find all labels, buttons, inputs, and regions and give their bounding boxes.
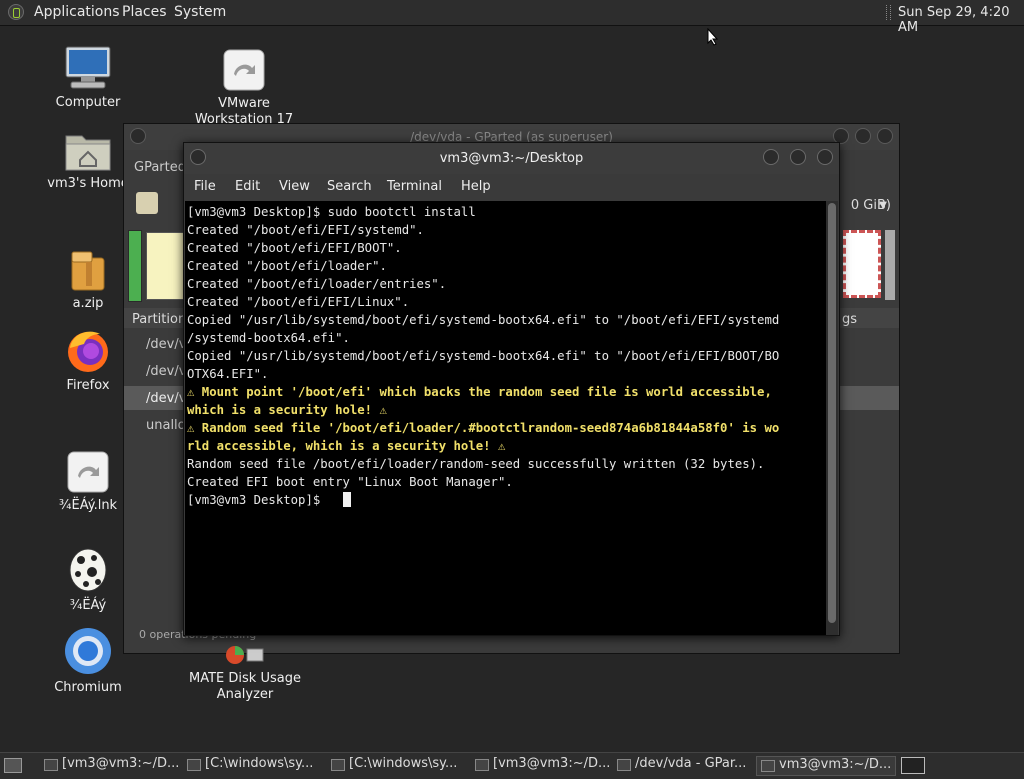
menu-view[interactable]: View (279, 179, 310, 194)
top-panel: Applications Places System Sun Sep 29, 4… (0, 0, 1024, 35)
home-folder-icon (65, 135, 111, 171)
taskbar-item-label: [C:\windows\sy... (349, 756, 458, 771)
scrollbar-thumb[interactable] (828, 203, 836, 623)
partition-row[interactable]: /dev/v (146, 337, 186, 352)
chromium-icon (65, 628, 111, 674)
terminal-prompt-line: [vm3@vm3 Desktop]$ (187, 493, 328, 507)
close-icon[interactable] (877, 128, 893, 144)
maximize-icon[interactable] (855, 128, 871, 144)
taskbar-item-label: vm3@vm3:~/D... (779, 757, 892, 772)
desktop-icon-vmware[interactable]: VMware Workstation 17 Player.lnk (180, 48, 308, 124)
partition-row-selected[interactable]: /dev/v (146, 391, 186, 406)
terminal-output[interactable]: [vm3@vm3 Desktop]$ sudo bootctl install C… (185, 201, 826, 635)
menu-places[interactable]: Places (122, 4, 167, 20)
taskbar-item[interactable]: [vm3@vm3:~/D... (471, 756, 611, 776)
terminal-line: ⚠ Random seed file '/boot/efi/loader/.#b… (187, 421, 780, 435)
shortcut-icon (223, 49, 265, 91)
terminal-line: Created "/boot/efi/EFI/systemd". (187, 223, 424, 237)
taskbar-item-label: [vm3@vm3:~/D... (493, 756, 611, 771)
terminal-line: ⚠ Mount point '/boot/efi' which backs th… (187, 385, 772, 399)
menu-search[interactable]: Search (327, 179, 372, 194)
terminal-line: Created "/boot/efi/EFI/BOOT". (187, 241, 402, 255)
terminal-line: Created EFI boot entry "Linux Boot Manag… (187, 475, 513, 489)
firefox-icon (68, 331, 108, 372)
window-app-icon (331, 759, 345, 771)
terminal-line: Random seed file /boot/efi/loader/random… (187, 457, 765, 471)
computer-icon (65, 46, 111, 89)
terminal-line: rld accessible, which is a security hole… (187, 439, 506, 453)
mate-logo-icon[interactable] (8, 4, 24, 20)
menu-system[interactable]: System (174, 4, 226, 20)
chevron-down-icon[interactable]: ▼ (879, 200, 887, 211)
terminal-line: [vm3@vm3 Desktop]$ sudo bootctl install (187, 205, 476, 219)
clock[interactable]: Sun Sep 29, 4:20 AM (898, 5, 1024, 35)
show-desktop-icon[interactable] (4, 758, 22, 773)
gparted-menu-gparted[interactable]: GParted (134, 160, 186, 175)
menu-help[interactable]: Help (461, 179, 491, 194)
terminal-line: Created "/boot/efi/loader/entries". (187, 277, 447, 291)
close-icon[interactable] (817, 149, 833, 165)
zip-icon (71, 251, 105, 291)
partition-bar-left (128, 230, 142, 302)
menu-terminal[interactable]: Terminal (387, 179, 442, 194)
terminal-scrollbar[interactable] (826, 201, 838, 635)
taskbar-item[interactable]: [vm3@vm3:~/D... (40, 756, 180, 776)
terminal-line: Copied "/usr/lib/systemd/boot/efi/system… (187, 313, 780, 327)
taskbar-item-active[interactable]: vm3@vm3:~/D... (756, 756, 896, 776)
new-partition-icon[interactable] (136, 192, 158, 214)
terminal-line: Created "/boot/efi/loader". (187, 259, 387, 273)
partition-block[interactable] (146, 232, 184, 300)
terminal-line: /systemd-bootx64.efi". (187, 331, 350, 345)
terminal-line: Created "/boot/efi/EFI/Linux". (187, 295, 410, 309)
gparted-app-icon (617, 759, 631, 771)
terminal-window[interactable]: vm3@vm3:~/Desktop File Edit View Search … (183, 142, 840, 636)
taskbar-item[interactable]: [C:\windows\sy... (183, 756, 323, 776)
taskbar-item-label: /dev/vda - GPar... (635, 756, 747, 771)
desktop-icon-label: Chromium (54, 680, 122, 695)
partition-bar-right (885, 230, 895, 300)
terminal-app-icon (761, 760, 775, 772)
terminal-line: Copied "/usr/lib/systemd/boot/efi/system… (187, 349, 780, 363)
menu-edit[interactable]: Edit (235, 179, 260, 194)
terminal-cursor (343, 492, 351, 507)
taskbar-item-label: [vm3@vm3:~/D... (62, 756, 180, 771)
taskbar-item[interactable]: /dev/vda - GPar... (613, 756, 753, 776)
terminal-line: OTX64.EFI". (187, 367, 269, 381)
mouse-pointer-icon (707, 28, 719, 46)
workspace-switcher[interactable] (901, 757, 925, 774)
partition-row[interactable]: unallo (146, 418, 186, 433)
panel-separator (886, 5, 891, 20)
ball-icon (69, 548, 107, 592)
taskbar-item-label: [C:\windows\sy... (205, 756, 314, 771)
partition-row[interactable]: /dev/v (146, 364, 186, 379)
shortcut-icon (67, 451, 109, 493)
desktop-icon-disk-usage[interactable]: MATE Disk Usage Analyzer (189, 645, 301, 703)
window-app-icon (187, 759, 201, 771)
disk-usage-icon (226, 646, 264, 664)
bottom-taskbar: [vm3@vm3:~/D... [C:\windows\sy... [C:\wi… (0, 752, 1024, 779)
terminal-titlebar[interactable]: vm3@vm3:~/Desktop (184, 143, 839, 174)
desktop-icon-computer[interactable]: Computer (33, 45, 143, 111)
partition-block-selected[interactable] (843, 230, 881, 298)
desktop-icon-label: MATE Disk Usage Analyzer (189, 671, 301, 702)
menu-file[interactable]: File (194, 179, 216, 194)
terminal-line: which is a security hole! ⚠ (187, 403, 387, 417)
terminal-app-icon (475, 759, 489, 771)
terminal-menubar: File Edit View Search Terminal Help (184, 174, 839, 201)
menu-applications[interactable]: Applications (34, 4, 120, 20)
desktop-icon-label: Computer (55, 95, 121, 110)
column-partition[interactable]: Partition (132, 312, 186, 327)
terminal-app-icon (44, 759, 58, 771)
taskbar-item[interactable]: [C:\windows\sy... (327, 756, 467, 776)
terminal-title: vm3@vm3:~/Desktop (439, 151, 584, 166)
desktop-icon-label: VMware Workstation 17 Player.lnk (194, 96, 294, 124)
maximize-icon[interactable] (790, 149, 806, 165)
column-flags[interactable]: gs (842, 312, 857, 327)
minimize-icon[interactable] (763, 149, 779, 165)
